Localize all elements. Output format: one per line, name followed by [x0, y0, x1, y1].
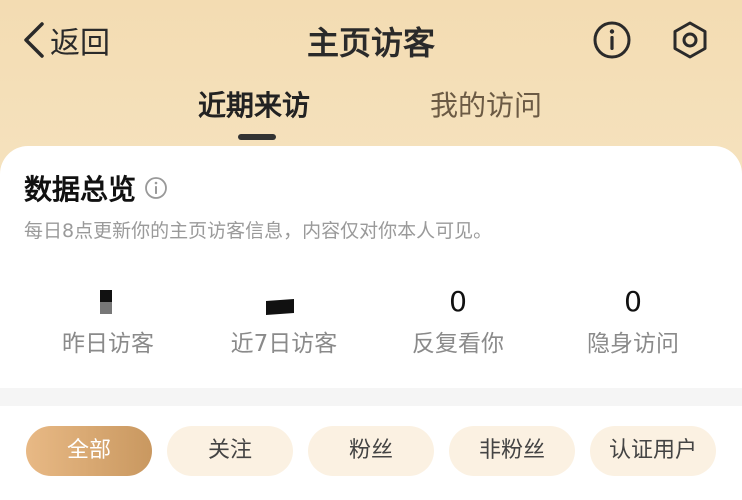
info-icon[interactable]: [144, 176, 168, 200]
overview-title: 数据总览: [24, 173, 137, 206]
back-label: 返回: [50, 26, 110, 61]
redacted-value-mark: [266, 299, 294, 315]
stat-value: [194, 284, 374, 320]
filter-chip-non-fans[interactable]: 非粉丝: [449, 426, 575, 476]
stat-value: 0: [449, 285, 467, 318]
filter-bar: 全部 关注 粉丝 非粉丝 认证用户: [0, 406, 742, 500]
stat-repeat-views[interactable]: 0 反复看你: [368, 284, 548, 358]
tab-recent-visitors[interactable]: 近期来访: [198, 84, 310, 124]
stat-label: 隐身访问: [587, 331, 679, 357]
filter-chip-all[interactable]: 全部: [26, 426, 152, 476]
tab-bar: 近期来访 我的访问: [0, 84, 742, 144]
gear-icon[interactable]: [670, 20, 710, 60]
overview-card: 数据总览 每日8点更新你的主页访客信息，内容仅对你本人可见。 昨日访客 近7日访…: [0, 146, 742, 406]
stat-label: 反复看你: [412, 331, 504, 357]
overview-subtitle: 每日8点更新你的主页访客信息，内容仅对你本人可见。: [24, 220, 493, 242]
active-tab-indicator: [238, 134, 276, 140]
stat-value: [18, 284, 198, 320]
info-icon[interactable]: [592, 20, 632, 60]
filter-chip-following[interactable]: 关注: [167, 426, 293, 476]
stat-7day-visitors[interactable]: 近7日访客: [194, 284, 374, 358]
tab-my-visits[interactable]: 我的访问: [430, 84, 542, 124]
stat-label: 昨日访客: [62, 331, 154, 357]
back-button[interactable]: 返回: [22, 18, 110, 62]
top-bar: 返回 主页访客: [0, 0, 742, 80]
filter-chip-fans[interactable]: 粉丝: [308, 426, 434, 476]
stat-hidden-visits[interactable]: 0 隐身访问: [543, 284, 723, 358]
redacted-value-mark: [100, 290, 112, 314]
section-divider: [0, 388, 742, 406]
stat-yesterday-visitors[interactable]: 昨日访客: [18, 284, 198, 358]
filter-chip-verified[interactable]: 认证用户: [590, 426, 716, 476]
stat-value: 0: [624, 285, 642, 318]
chevron-left-icon: [24, 22, 44, 58]
stat-label: 近7日访客: [230, 331, 338, 357]
